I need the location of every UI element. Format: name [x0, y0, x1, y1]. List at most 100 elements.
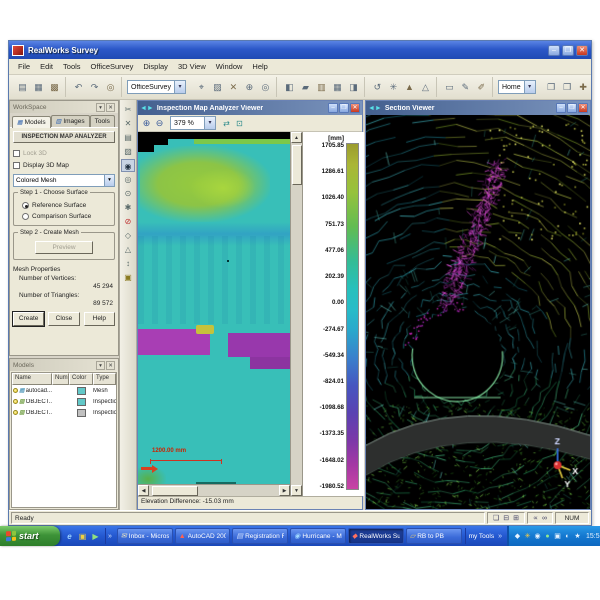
zoom-icon[interactable]: ⊕ — [140, 117, 153, 130]
quick-launch-icon[interactable]: ▣ — [77, 531, 88, 542]
menu-item[interactable]: Tools — [58, 60, 86, 73]
tray-icon[interactable]: ★ — [573, 532, 582, 540]
tray-icon[interactable]: ▣ — [553, 532, 562, 540]
view-icon[interactable]: ∝ — [531, 514, 540, 522]
menu-item[interactable]: Display — [138, 60, 173, 73]
officesurvey-combo[interactable]: OfficeSurvey ▾ — [127, 80, 186, 94]
panel-control-icon[interactable]: ▾ — [96, 361, 105, 370]
lock-3d-checkbox[interactable] — [13, 150, 20, 157]
toolbar-icon[interactable]: ❒ — [560, 80, 575, 95]
toolbar-icon[interactable]: ◨ — [346, 80, 361, 95]
menu-item[interactable]: Window — [211, 60, 248, 73]
column-header[interactable]: Color — [69, 373, 93, 385]
toolbar-icon[interactable]: ⌖ — [194, 80, 209, 95]
menu-item[interactable]: OfficeSurvey — [86, 60, 139, 73]
toolbar-icon[interactable]: ▰ — [298, 80, 313, 95]
my-tools-overflow-icon[interactable]: » — [496, 533, 504, 540]
tool-icon[interactable]: ⊘ — [121, 215, 135, 228]
vertical-scrollbar[interactable]: ▲ ▼ — [290, 132, 302, 496]
toolbar-icon[interactable]: ✚ — [576, 80, 591, 95]
window-control-icon[interactable]: ❐ — [567, 103, 577, 113]
toolbar-icon[interactable]: ✳ — [386, 80, 401, 95]
comparison-surface-radio[interactable] — [22, 213, 29, 220]
my-tools-toolbar[interactable]: my Tools » — [465, 528, 507, 544]
quick-launch-icon[interactable]: e — [64, 531, 75, 542]
toolbar-icon[interactable]: ▦ — [330, 80, 345, 95]
map-tool-icon[interactable]: ⇄ — [220, 117, 233, 130]
toolbar-icon[interactable]: ❐ — [544, 80, 559, 95]
window-control-icon[interactable]: ❐ — [562, 45, 574, 56]
toolbar-icon[interactable]: ▥ — [314, 80, 329, 95]
taskbar-task[interactable]: ▱RB to PB — [406, 528, 462, 544]
column-header[interactable]: Num... — [52, 373, 69, 385]
toolbar-icon[interactable]: ✕ — [226, 80, 241, 95]
window-control-icon[interactable]: – — [556, 103, 566, 113]
inspection-map[interactable]: 1200.00 mm — [138, 132, 290, 484]
layout-icon[interactable]: ❏ — [491, 514, 501, 522]
toolbar-icon[interactable]: ◧ — [282, 80, 297, 95]
reference-surface-radio[interactable] — [22, 202, 29, 209]
window-control-icon[interactable]: – — [548, 45, 560, 56]
section-viewer-titlebar[interactable]: ◄► Section Viewer –❐✕ — [366, 101, 590, 115]
toolbar-icon[interactable]: ▤ — [15, 80, 30, 95]
tray-icon[interactable]: ◉ — [533, 532, 542, 540]
menu-item[interactable]: Edit — [35, 60, 58, 73]
quick-launch-icon[interactable]: ▶ — [90, 531, 101, 542]
taskbar-task-active[interactable]: ◆RealWorks Survey — [348, 528, 404, 544]
scroll-right-icon[interactable]: ▶ — [279, 485, 290, 496]
scroll-down-icon[interactable]: ▼ — [291, 485, 302, 496]
tool-icon[interactable]: ✱ — [121, 201, 135, 214]
color-swatch[interactable] — [77, 409, 86, 417]
panel-control-icon[interactable]: ✕ — [106, 103, 115, 112]
taskbar-task[interactable]: ▤Registration Rep... — [232, 528, 288, 544]
map-tool-icon[interactable]: ⊡ — [233, 117, 246, 130]
tool-icon[interactable]: ▣ — [121, 271, 135, 284]
display-3d-map-checkbox[interactable] — [13, 162, 20, 169]
tab-tools[interactable]: Tools — [90, 115, 115, 127]
toolbar-icon[interactable]: △ — [418, 80, 433, 95]
horizontal-scrollbar[interactable]: ◀ ▶ — [138, 484, 290, 496]
menu-item[interactable]: File — [13, 60, 35, 73]
table-row[interactable]: ▦autocad... Mesh — [12, 385, 116, 396]
menu-item[interactable]: Help — [247, 60, 272, 73]
scroll-up-icon[interactable]: ▲ — [291, 132, 302, 143]
window-control-icon[interactable]: ✕ — [576, 45, 588, 56]
view-icon[interactable]: ∞ — [540, 515, 549, 522]
visibility-bulb-icon[interactable] — [13, 410, 18, 415]
toolbar-icon[interactable]: ◎ — [103, 80, 118, 95]
tool-icon[interactable]: ✂ — [121, 103, 135, 116]
map-viewer-titlebar[interactable]: ◄► Inspection Map Analyzer Viewer –❐✕ — [138, 101, 362, 115]
color-swatch[interactable] — [77, 398, 86, 406]
create-button[interactable]: Create — [13, 312, 44, 326]
start-button[interactable]: start — [0, 526, 60, 546]
toolbar-icon[interactable]: ▩ — [47, 80, 62, 95]
color-swatch[interactable] — [77, 387, 86, 395]
tool-icon[interactable]: ✕ — [121, 117, 135, 130]
window-control-icon[interactable]: ❐ — [339, 103, 349, 113]
tab-models[interactable]: ▦Models — [12, 116, 51, 128]
column-header[interactable]: Type — [93, 373, 116, 385]
window-control-icon[interactable]: ✕ — [578, 103, 588, 113]
tool-icon[interactable]: ◎ — [121, 173, 135, 186]
preview-button[interactable]: Preview — [35, 241, 93, 254]
toolbar-icon[interactable]: ⊕ — [242, 80, 257, 95]
mesh-type-select[interactable]: Colored Mesh ▾ — [13, 174, 115, 187]
scroll-left-icon[interactable]: ◀ — [138, 485, 149, 496]
tool-icon[interactable]: ◇ — [121, 229, 135, 242]
tab-images[interactable]: ▧Images — [51, 115, 90, 127]
tool-icon[interactable]: ⊙ — [121, 187, 135, 200]
menu-item[interactable]: 3D View — [173, 60, 211, 73]
column-header[interactable]: Name — [12, 373, 52, 385]
app-titlebar[interactable]: RealWorks Survey –❐✕ — [9, 41, 591, 59]
toolbar-icon[interactable]: ✐ — [474, 80, 489, 95]
layout-icon[interactable]: ⊟ — [501, 514, 511, 522]
toolbar-icon[interactable]: ▲ — [402, 80, 417, 95]
tool-icon[interactable]: ↕ — [121, 257, 135, 270]
toolbar-icon[interactable]: ▨ — [210, 80, 225, 95]
taskbar-task[interactable]: ◉Hurricane - Micro... — [290, 528, 346, 544]
toolbar-icon[interactable]: ◎ — [258, 80, 273, 95]
chevron-down-icon[interactable]: ▾ — [204, 117, 215, 129]
tray-icon[interactable]: ◆ — [513, 532, 522, 540]
toolbar-icon[interactable]: ▭ — [442, 80, 457, 95]
toolbar-icon[interactable]: ↷ — [87, 80, 102, 95]
